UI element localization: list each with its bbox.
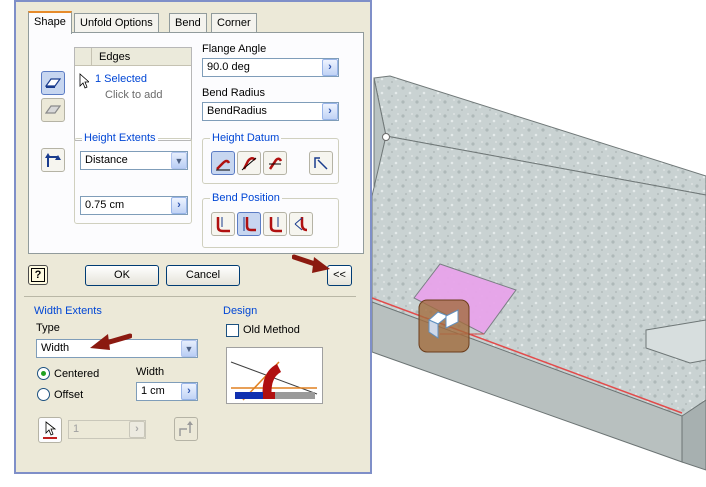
tab-bend[interactable]: Bend <box>169 13 207 33</box>
flip-width-icon <box>179 421 193 436</box>
bend-flange-icon <box>243 217 256 232</box>
height-datum-group: Height Datum <box>202 132 339 184</box>
datum-outer-icon <box>241 157 257 171</box>
datum-aligned-icon <box>314 157 328 170</box>
flip-direction-icon <box>45 153 61 167</box>
bend-position-group: Bend Position <box>202 192 339 248</box>
height-datum-label: Height Datum <box>210 132 282 144</box>
old-method-label: Old Method <box>243 324 300 336</box>
flange-glyph-icon[interactable] <box>418 299 470 353</box>
bend-radius-field[interactable]: BendRadius <box>202 102 339 121</box>
mouse-pointer-icon <box>79 73 89 89</box>
datum-inner-icon <box>216 159 231 171</box>
edges-click-to-add[interactable]: Click to add <box>105 89 162 101</box>
bend-inside-icon <box>216 217 230 233</box>
face-select-button[interactable] <box>38 417 62 443</box>
help-button[interactable]: ? <box>28 265 48 285</box>
flip-width-button <box>174 417 198 441</box>
tab-unfold-options[interactable]: Unfold Options <box>74 13 159 33</box>
edges-selected-item[interactable]: 1 Selected <box>95 73 147 85</box>
offset-radio[interactable] <box>37 388 50 401</box>
height-extents-label: Height Extents <box>82 132 158 144</box>
bend-inside-button[interactable] <box>211 212 235 236</box>
count-arrow-icon: › <box>129 421 145 438</box>
flange-dialog: Shape Unfold Options Bend Corner Edges 1… <box>14 0 372 474</box>
datum-inner-button[interactable] <box>211 151 235 175</box>
centered-label: Centered <box>54 368 100 380</box>
height-distance-arrow-icon[interactable]: › <box>171 197 187 214</box>
bend-radius-arrow-icon[interactable]: › <box>322 103 338 120</box>
tab-corner[interactable]: Corner <box>211 13 257 33</box>
old-method-checkbox[interactable] <box>226 324 239 337</box>
edges-list[interactable]: Edges 1 Selected Click to add <box>74 47 192 141</box>
offset-label: Offset <box>54 389 84 401</box>
annotation-arrow-icon <box>292 254 330 273</box>
flange-angle-arrow-icon[interactable]: › <box>322 59 338 76</box>
select-arrow-icon <box>43 421 57 439</box>
bend-tangent-button[interactable] <box>289 212 313 236</box>
width-label: Width <box>136 366 165 378</box>
edges-list-header: Edges <box>75 48 191 66</box>
chevron-down-icon[interactable]: ▼ <box>181 340 197 357</box>
annotation-arrow-icon <box>90 333 132 350</box>
design-label: Design <box>223 305 258 317</box>
loop-select-button[interactable] <box>41 98 65 122</box>
height-extents-group: Height Extents Distance ▼ 0.75 cm › <box>74 132 192 224</box>
bend-flange-button[interactable] <box>237 212 261 236</box>
chevron-down-icon[interactable]: ▼ <box>171 152 187 169</box>
edge-select-icon <box>45 78 61 88</box>
bend-preview-icon <box>230 361 318 401</box>
width-arrow-icon[interactable]: › <box>181 383 197 400</box>
flange-angle-field[interactable]: 90.0 deg <box>202 58 339 77</box>
vertex-point[interactable] <box>382 133 390 141</box>
ok-button[interactable]: OK <box>85 265 159 286</box>
bend-tangent-icon <box>294 217 308 232</box>
model-viewport[interactable] <box>372 70 706 487</box>
flip-direction-button[interactable] <box>41 148 65 172</box>
centered-radio[interactable] <box>37 367 50 380</box>
bend-radius-label: Bend Radius <box>202 87 265 99</box>
bend-position-label: Bend Position <box>210 192 282 204</box>
loop-select-icon <box>45 105 61 114</box>
datum-parallel-button[interactable] <box>263 151 287 175</box>
design-preview-image <box>226 347 323 404</box>
bend-outside-button[interactable] <box>263 212 287 236</box>
edges-header-label: Edges <box>99 51 131 63</box>
datum-aligned-button[interactable] <box>309 151 333 175</box>
flange-angle-label: Flange Angle <box>202 43 267 55</box>
help-icon: ? <box>30 268 46 282</box>
edge-select-button[interactable] <box>41 71 65 95</box>
tab-shape[interactable]: Shape <box>28 11 72 34</box>
section-divider <box>24 296 356 297</box>
shape-tab-panel: Edges 1 Selected Click to add Flange Ang… <box>28 32 364 254</box>
width-extents-label: Width Extents <box>34 305 102 317</box>
cancel-button[interactable]: Cancel <box>166 265 240 286</box>
datum-parallel-icon <box>268 157 283 170</box>
datum-outer-button[interactable] <box>237 151 261 175</box>
width-type-label: Type <box>36 322 60 334</box>
bend-outside-icon <box>269 217 282 233</box>
